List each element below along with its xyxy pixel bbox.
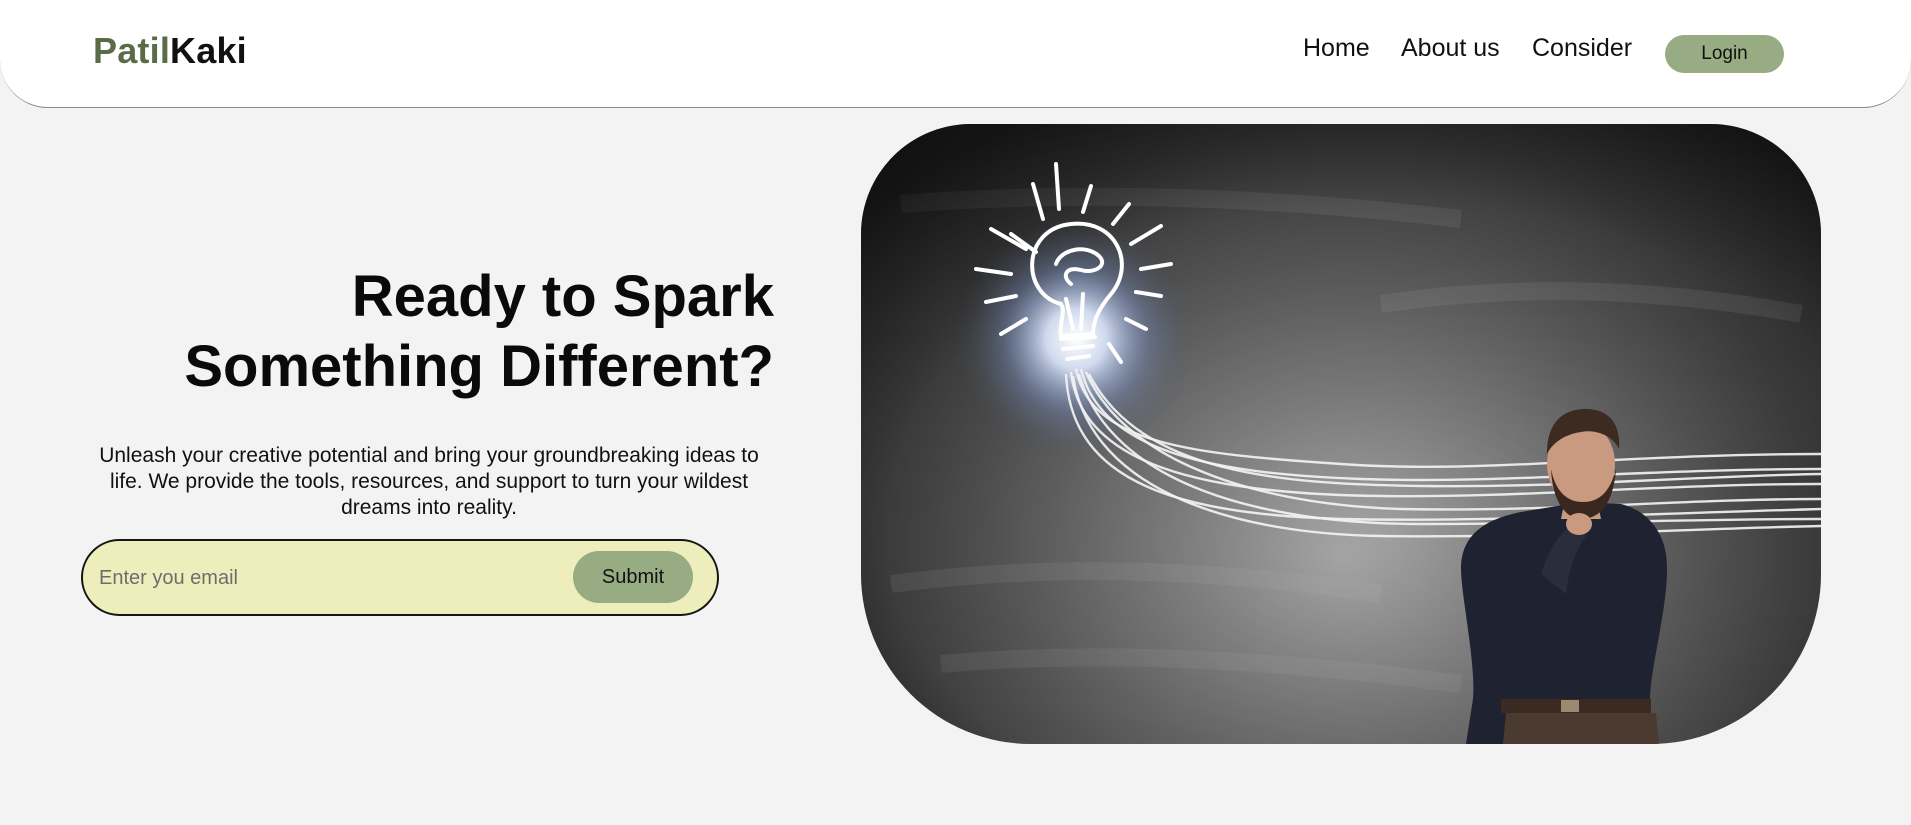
brand-logo-part1: Patil — [93, 30, 171, 71]
email-input[interactable] — [97, 559, 517, 597]
hero-title-line2: Something Different? — [184, 334, 774, 399]
hero-image — [861, 124, 1821, 744]
brand-logo[interactable]: PatilKaki — [93, 30, 247, 72]
navbar: PatilKaki Home About us Consider Login — [0, 0, 1911, 108]
hero-title: Ready to Spark Something Different? — [134, 262, 774, 402]
hero-description: Unleash your creative potential and brin… — [99, 444, 759, 519]
email-signup-form: Submit — [81, 539, 719, 616]
chalkboard-illustration — [861, 124, 1821, 744]
nav-link-about-us[interactable]: About us — [1401, 34, 1500, 63]
submit-button[interactable]: Submit — [573, 551, 693, 603]
login-button[interactable]: Login — [1665, 35, 1784, 73]
brand-logo-part2: Kaki — [170, 30, 247, 71]
nav-link-consider[interactable]: Consider — [1532, 34, 1632, 63]
hero-title-line1: Ready to Spark — [351, 264, 774, 329]
nav-link-home[interactable]: Home — [1303, 34, 1370, 63]
